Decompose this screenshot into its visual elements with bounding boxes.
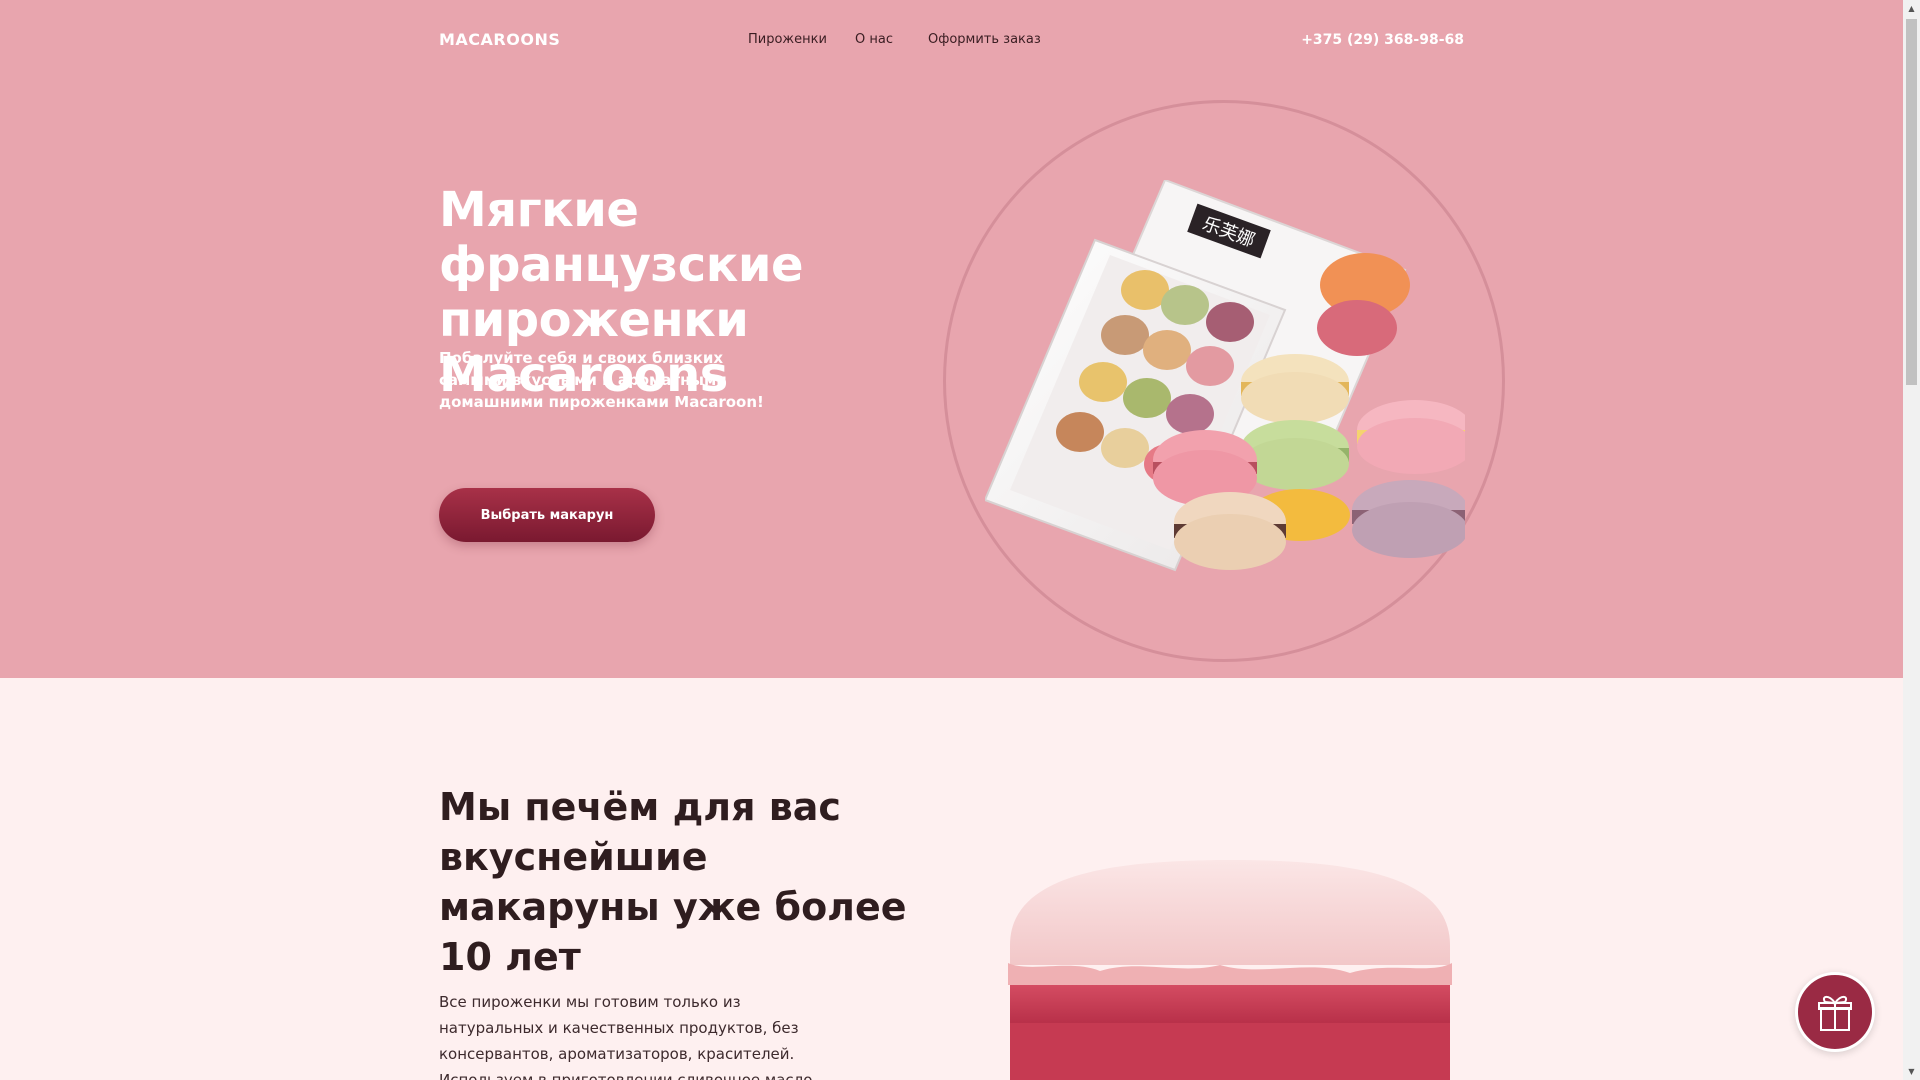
gift-button[interactable] [1795, 972, 1875, 1052]
about-text: Все пироженки мы готовим только из натур… [439, 993, 813, 1080]
arrow-down-icon[interactable]: ▼ [1903, 1063, 1920, 1080]
arrow-up-icon[interactable]: ▲ [1903, 0, 1920, 17]
phone-link[interactable]: +375 (29) 368-98-68 [1301, 32, 1464, 48]
scrollbar-thumb[interactable] [1906, 19, 1917, 385]
nav-item-pastries[interactable]: Пироженки [748, 32, 827, 47]
choose-macaroon-button[interactable]: Выбрать макарун [439, 488, 655, 542]
gift-icon [1818, 995, 1852, 1031]
page: MACAROONS Пироженки О нас Оформить заказ… [0, 0, 1920, 1080]
macaroon-box-image: 乐芙娜 [985, 180, 1465, 572]
hero-section: MACAROONS Пироженки О нас Оформить заказ… [0, 0, 1903, 678]
about-title: Мы печём для вас вкуснейшие макаруны уже… [439, 785, 907, 979]
brand-logo[interactable]: MACAROONS [439, 30, 560, 49]
page-scrollbar[interactable]: ▲ ▼ [1903, 0, 1920, 1080]
nav-item-order[interactable]: Оформить заказ [928, 32, 1041, 47]
macaroon-closeup-image [1008, 860, 1452, 1080]
nav-item-about[interactable]: О нас [855, 32, 893, 47]
hero-subtitle: Побалуйте себя и своих близких самыми вк… [439, 349, 764, 411]
